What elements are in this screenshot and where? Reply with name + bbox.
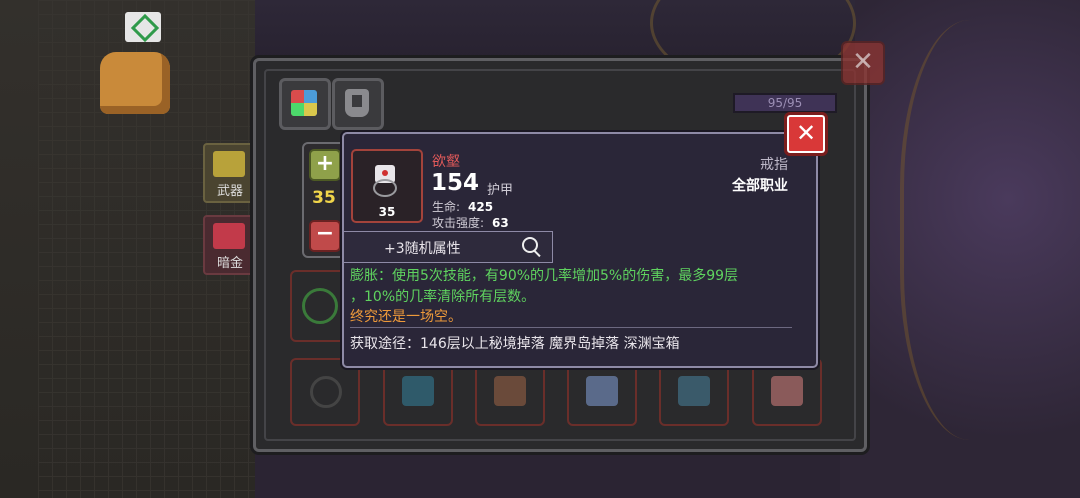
item-tooltip: 35 欲壑 154 护甲 生命: 425 攻击强度: 63 戒指 全部职业 ✕ +3… [342, 112, 828, 368]
tooltip-close-button[interactable]: ✕ [784, 112, 828, 156]
ring-icon [373, 165, 397, 197]
all-items-tab[interactable] [279, 78, 331, 130]
amulet-icon [402, 376, 434, 406]
decorative-wing [900, 20, 1074, 440]
darkgold-tab-button[interactable]: 暗金 [203, 215, 257, 275]
stat-label: 攻击强度: [432, 216, 485, 230]
effect-line-1: 膨胀：使用5次技能，有90%的几率增加5%的伤害，最多99层 [350, 268, 739, 284]
ring-slot-icon [310, 376, 342, 408]
equipment-slot-weapon[interactable] [290, 270, 346, 342]
item-level: 35 [378, 205, 396, 219]
item-class: 全部职业 [732, 178, 788, 194]
effect-line-2: ，10%的几率清除所有层数。 [350, 289, 536, 305]
quantity-value: 35 [312, 188, 336, 208]
item-type: 戒指 [760, 157, 788, 173]
weapon-equip-icon [302, 288, 338, 324]
inventory-close-button[interactable]: ✕ [841, 41, 885, 85]
item-armor-value: 154 [431, 170, 480, 196]
boots-icon [494, 376, 526, 406]
greaves-icon [586, 376, 618, 406]
divider [350, 327, 792, 328]
weapon-tab-button[interactable]: 武器 [203, 143, 257, 203]
stat-value: 63 [492, 216, 509, 230]
weapon-tab-label: 武器 [216, 184, 243, 199]
equipment-slot-boots[interactable] [475, 358, 545, 426]
gloves-icon [678, 376, 710, 406]
item-armor-label: 护甲 [487, 183, 514, 198]
item-icon-frame: 35 [351, 149, 423, 223]
item-effect: 膨胀：使用5次技能，有90%的几率增加5%的伤害，最多99层 ，10%的几率清除… [350, 266, 800, 308]
stat-label: 生命: [432, 200, 461, 214]
quantity-stepper: + 35 − [302, 142, 346, 258]
weapon-icon [213, 151, 245, 177]
random-attribute-label: +3随机属性 [384, 241, 461, 257]
item-stat-health: 生命: 425 [432, 198, 493, 215]
increase-button[interactable]: + [309, 149, 341, 181]
equipment-slot-amulet[interactable] [383, 358, 453, 426]
shoes-icon [771, 376, 803, 406]
armor-tab[interactable] [332, 78, 384, 130]
equipment-slot-gloves[interactable] [659, 358, 729, 426]
item-name: 欲壑 [432, 154, 460, 170]
item-source: 获取途径：146层以上秘境掉落 魔界岛掉落 深渊宝箱 [350, 336, 680, 352]
item-flavor-text: 终究还是一场空。 [350, 309, 462, 325]
darkgold-tab-label: 暗金 [216, 256, 243, 271]
stat-value: 425 [468, 200, 494, 214]
inventory-capacity: 95/95 [733, 93, 837, 113]
item-stat-attack: 攻击强度: 63 [432, 214, 509, 231]
equipment-slot-greaves[interactable] [567, 358, 637, 426]
pet-character [100, 52, 170, 114]
armor-icon [345, 89, 369, 117]
grid-icon [291, 90, 317, 116]
equipment-slot-shoes[interactable] [752, 358, 822, 426]
magnifier-icon[interactable] [522, 237, 538, 253]
pet-marker-icon[interactable] [125, 12, 161, 42]
random-attribute-row[interactable]: +3随机属性 [344, 231, 553, 263]
decrease-button[interactable]: − [309, 220, 341, 252]
equipment-slot-ring[interactable] [290, 358, 360, 426]
darkgold-icon [213, 223, 245, 249]
